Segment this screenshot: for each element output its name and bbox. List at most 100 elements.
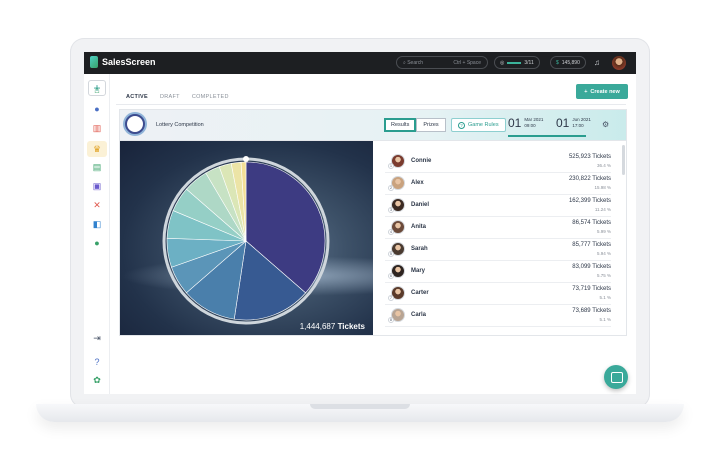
player-name: Alex [411, 180, 424, 186]
rank-badge: 5 [388, 251, 394, 257]
tab-divider [116, 104, 626, 105]
competition-logo-icon [125, 114, 145, 134]
gear-icon[interactable]: ⚙ [602, 120, 609, 129]
player-name: Sarah [411, 246, 428, 252]
pie-panel: 1,444,687 Tickets [120, 141, 373, 335]
leaderboard-row[interactable]: 8 Carla 73,689 Tickets 5.1 % [385, 305, 611, 327]
leaderboard-row[interactable]: 1 Connie 525,923 Tickets 36.4 % [385, 151, 611, 173]
chat-icon[interactable]: ● [91, 103, 103, 115]
game-rules-label: Game Rules [468, 121, 499, 128]
leaderboard-row[interactable]: 5 Sarah 85,777 Tickets 5.94 % [385, 239, 611, 261]
app-name: SalesScreen [102, 57, 156, 67]
leaderboard-row[interactable]: 3 Daniel 162,399 Tickets 11.24 % [385, 195, 611, 217]
create-new-label: Create new [590, 88, 620, 95]
laptop-notch [310, 404, 410, 409]
rank-badge: 2 [388, 185, 394, 191]
trophy-icon[interactable]: ♛ [87, 141, 107, 157]
end-date: 01 Jun 2021 17:00 [556, 116, 591, 130]
player-name: Carla [411, 312, 427, 318]
settings-icon[interactable]: ✿ [91, 374, 103, 386]
date-progress-bar [508, 135, 586, 137]
progress-value: 3/11 [524, 59, 534, 66]
progress-pill[interactable]: ◎ 3/11 [494, 56, 540, 69]
game-rules-button[interactable]: ? Game Rules [451, 118, 506, 132]
ticket-count: 86,574 Tickets [572, 220, 611, 226]
ticket-share: 5.94 % [596, 251, 611, 256]
ticket-count: 230,822 Tickets [568, 176, 611, 182]
brand[interactable]: SalesScreen [90, 56, 156, 68]
rank-badge: 4 [388, 229, 394, 235]
rank-badge: 6 [388, 273, 394, 279]
app-screen: SalesScreen ⌕ Search Ctrl + Space ◎ 3/11… [84, 52, 636, 394]
swords-icon[interactable]: ✕ [91, 199, 103, 211]
rank-badge: 7 [388, 295, 394, 301]
scrollbar[interactable] [622, 145, 625, 175]
bulb-icon[interactable]: ● [91, 237, 103, 249]
player-name: Connie [411, 158, 432, 164]
ticket-count: 525,923 Tickets [568, 154, 611, 160]
start-date: 01 Mar 2021 09:00 [508, 116, 543, 130]
view-toggle: Results Prizes [384, 118, 446, 132]
coin-icon: $ [556, 59, 559, 66]
salesscreen-logo-icon [90, 56, 98, 68]
rank-badge: 3 [388, 207, 394, 213]
ticket-share: 5.1 % [599, 317, 611, 322]
bell-icon[interactable]: ♫ [594, 58, 600, 67]
search-shortcut: Ctrl + Space [453, 60, 481, 66]
ticket-share: 5.1 % [599, 295, 611, 300]
ticket-share: 5.99 % [596, 229, 611, 234]
ticket-count: 73,719 Tickets [572, 286, 611, 292]
ticket-share: 5.75 % [596, 273, 611, 278]
search-placeholder: ⌕ Search [403, 60, 424, 66]
rank-badge: 8 [388, 317, 394, 323]
create-new-button[interactable]: + Create new [576, 84, 628, 99]
leaderboard-row[interactable]: 2 Alex 230,822 Tickets 15.98 % [385, 173, 611, 195]
sidebar: + ⌂ ● ▥ ♛ ▤ ▣ ✕ ◧ ● ⇥? ✿ [84, 74, 110, 394]
ticket-pie-chart [162, 156, 330, 325]
player-name: Anita [411, 224, 426, 230]
ticket-count: 73,689 Tickets [572, 308, 611, 314]
search-input[interactable]: ⌕ Search Ctrl + Space [396, 56, 488, 69]
leaderboard-list: 1 Connie 525,923 Tickets 36.4 % 2 Alex 230,822… [373, 141, 626, 335]
end-month: Jun 2021 17:00 [572, 117, 591, 128]
ticket-share: 36.4 % [596, 163, 611, 168]
board-icon[interactable]: ▤ [91, 161, 103, 173]
progress-bar [507, 61, 522, 64]
ticket-count: 162,399 Tickets [568, 198, 611, 204]
coins-pill[interactable]: $ 145,890 [550, 56, 586, 69]
leaderboard-row[interactable]: 6 Mary 83,099 Tickets 5.75 % [385, 261, 611, 283]
rank-badge: 1 [388, 163, 394, 169]
leaderboard-row[interactable]: 4 Anita 86,574 Tickets 5.99 % [385, 217, 611, 239]
total-tickets: 1,444,687 Tickets [299, 322, 365, 331]
results-button[interactable]: Results [384, 118, 417, 132]
competition-card: Lottery Competition Results Prizes ? Gam… [119, 109, 627, 336]
start-month: Mar 2021 09:00 [524, 117, 544, 128]
prizes-button[interactable]: Prizes [416, 118, 446, 132]
ticket-count: 83,099 Tickets [572, 264, 611, 270]
pie-pointer [243, 156, 249, 162]
help-icon[interactable]: ? [91, 356, 103, 368]
ticket-count: 85,777 Tickets [572, 242, 611, 248]
top-bar: SalesScreen ⌕ Search Ctrl + Space ◎ 3/11… [84, 52, 636, 74]
logout-icon[interactable]: ⇥ [91, 332, 103, 344]
player-name: Daniel [411, 202, 430, 208]
stats-icon[interactable]: ▥ [91, 122, 103, 134]
end-day: 01 [556, 116, 570, 130]
question-icon: ? [458, 121, 465, 129]
competition-header: Lottery Competition Results Prizes ? Gam… [120, 110, 626, 141]
start-day: 01 [508, 116, 522, 130]
leaderboard-row[interactable]: 7 Carter 73,719 Tickets 5.1 % [385, 283, 611, 305]
target-icon: ◎ [500, 59, 505, 66]
player-name: Carter [411, 290, 429, 296]
competition-name[interactable]: Lottery Competition [156, 122, 204, 128]
plus-icon: + [584, 88, 588, 95]
home-icon[interactable]: ⌂ [91, 84, 103, 96]
player-name: Mary [411, 268, 426, 274]
chat-launcher-button[interactable] [604, 365, 628, 389]
coins-value: 145,890 [561, 59, 580, 66]
user-avatar[interactable] [612, 56, 626, 70]
ticket-share: 15.98 % [594, 185, 611, 190]
gift-icon[interactable]: ▣ [91, 180, 103, 192]
cards-icon[interactable]: ◧ [91, 218, 103, 230]
ticket-share: 11.24 % [594, 207, 611, 212]
